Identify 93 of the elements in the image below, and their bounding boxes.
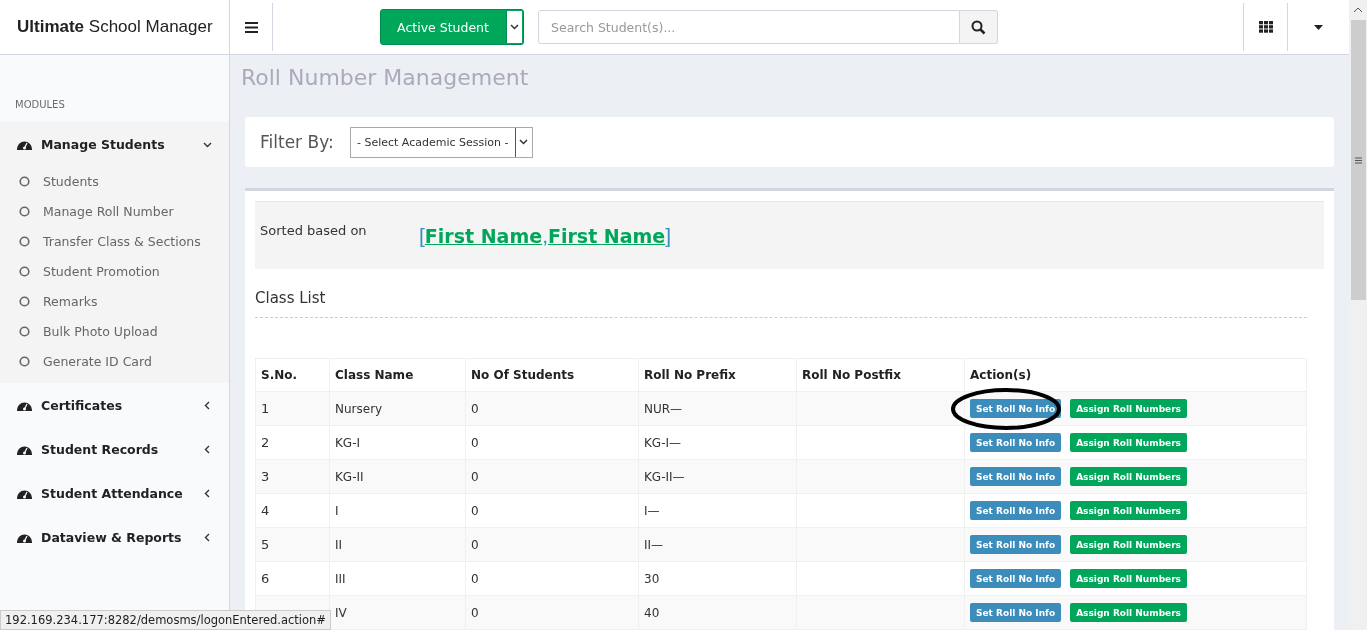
grip-icon <box>1354 156 1362 164</box>
assign-roll-numbers-button[interactable]: Assign Roll Numbers <box>1070 433 1187 452</box>
table-cell: 40 <box>638 595 797 630</box>
set-roll-info-button[interactable]: Set Roll No Info <box>970 433 1062 452</box>
table-cell: NUR— <box>638 391 797 426</box>
table-cell: 3 <box>255 459 330 494</box>
sidebar-item[interactable]: Student Attendance <box>0 471 229 515</box>
sidebar-item[interactable]: Manage Students <box>0 122 229 166</box>
set-roll-info-button[interactable]: Set Roll No Info <box>970 399 1062 418</box>
caret-icon <box>1314 24 1323 30</box>
table-cell: 1 <box>255 391 330 426</box>
sidebar-item[interactable]: Dataview & Reports <box>0 515 229 559</box>
sidebar-item[interactable]: Transfer Class & Sections <box>0 226 229 256</box>
sidebar-item[interactable]: Manage Roll Number <box>0 196 229 226</box>
table-cell: 0 <box>465 425 639 460</box>
set-roll-info-button[interactable]: Set Roll No Info <box>970 501 1062 520</box>
sidebar-item[interactable]: Student Promotion <box>0 256 229 286</box>
column-header: S.No. <box>255 358 330 392</box>
search-field[interactable]: Search Student(s)... <box>538 10 960 44</box>
table-cell: KG-I— <box>638 425 797 460</box>
table-cell: 6 <box>255 561 330 596</box>
status-url: 192.169.234.177:8282/demosms/logonEntered.action# <box>0 610 331 630</box>
table-cell: 0 <box>465 391 639 426</box>
app-title: Ultimate School Manager <box>0 0 230 54</box>
scrollbar[interactable] <box>1349 0 1367 630</box>
table-cell: Nursery <box>329 391 466 426</box>
set-roll-info-button[interactable]: Set Roll No Info <box>970 569 1062 588</box>
assign-roll-numbers-button[interactable]: Assign Roll Numbers <box>1070 569 1187 588</box>
table-cell: I <box>329 493 466 528</box>
set-roll-info-button[interactable]: Set Roll No Info <box>970 603 1062 622</box>
assign-roll-numbers-button[interactable]: Assign Roll Numbers <box>1070 603 1187 622</box>
assign-roll-numbers-button[interactable]: Assign Roll Numbers <box>1070 467 1187 486</box>
table-cell: 0 <box>465 595 639 630</box>
column-header: Roll No Postfix <box>796 358 965 392</box>
assign-roll-numbers-button[interactable]: Assign Roll Numbers <box>1070 535 1187 554</box>
circle-icon <box>19 175 30 187</box>
sort-field-link[interactable]: First Name <box>424 224 543 247</box>
chevron-left-icon <box>203 488 212 498</box>
table-cell: II <box>329 527 466 562</box>
chevron-down-icon <box>519 139 529 145</box>
column-header: Class Name <box>329 358 466 392</box>
sidebar-item[interactable]: Certificates <box>0 383 229 427</box>
circle-icon <box>19 295 30 307</box>
section-label: MODULES <box>14 98 66 112</box>
column-header: Roll No Prefix <box>638 358 797 392</box>
chevron-left-icon <box>203 532 212 542</box>
table-cell: 0 <box>465 459 639 494</box>
assign-roll-numbers-button[interactable]: Assign Roll Numbers <box>1070 399 1187 418</box>
circle-icon <box>19 355 30 367</box>
page-title: Roll Number Management <box>241 65 530 92</box>
chevron-down-icon <box>510 24 519 30</box>
separator: , <box>542 223 548 247</box>
bracket: ] <box>665 223 672 247</box>
sidebar-item[interactable]: Remarks <box>0 286 229 316</box>
assign-roll-numbers-button[interactable]: Assign Roll Numbers <box>1070 501 1187 520</box>
dropdown-button[interactable] <box>506 11 522 43</box>
table-cell: 30 <box>638 561 797 596</box>
table-cell: II— <box>638 527 797 562</box>
grid-icon <box>1258 21 1273 33</box>
table-cell: 5 <box>255 527 330 562</box>
table-cell: 2 <box>255 425 330 460</box>
table-cell: 0 <box>465 561 639 596</box>
search-button[interactable] <box>960 10 998 44</box>
set-roll-info-button[interactable]: Set Roll No Info <box>970 535 1062 554</box>
set-roll-info-button[interactable]: Set Roll No Info <box>970 467 1062 486</box>
sidebar-item[interactable]: Bulk Photo Upload <box>0 316 229 346</box>
table-cell: KG-II <box>329 459 466 494</box>
table-cell: 4 <box>255 493 330 528</box>
circle-icon <box>19 205 30 217</box>
circle-icon <box>19 325 30 337</box>
table-cell: 0 <box>465 493 639 528</box>
table-cell: I— <box>638 493 797 528</box>
column-header: Action(s) <box>964 358 1307 392</box>
chevron-up-icon[interactable] <box>1353 6 1363 14</box>
circle-icon <box>19 265 30 277</box>
chevron-left-icon <box>203 444 212 454</box>
table-cell: KG-II— <box>638 459 797 494</box>
circle-icon <box>19 235 30 247</box>
table-cell: KG-I <box>329 425 466 460</box>
column-header: No Of Students <box>465 358 639 392</box>
session-select[interactable]: - Select Academic Session - <box>349 126 533 158</box>
section-title: Class List <box>255 269 1307 318</box>
table-cell: 0 <box>465 527 639 562</box>
filter-label: Filter By: <box>260 132 334 152</box>
chevron-left-icon <box>203 400 212 410</box>
bracket: [ <box>419 223 425 247</box>
search-icon <box>971 19 986 35</box>
sidebar-item[interactable]: Student Records <box>0 427 229 471</box>
sidebar-item[interactable]: Generate ID Card <box>0 346 229 376</box>
table-cell: III <box>329 561 466 596</box>
sidebar-item[interactable]: Students <box>0 166 229 196</box>
sort-label: Sorted based on <box>260 223 368 238</box>
menu-icon <box>244 21 258 33</box>
